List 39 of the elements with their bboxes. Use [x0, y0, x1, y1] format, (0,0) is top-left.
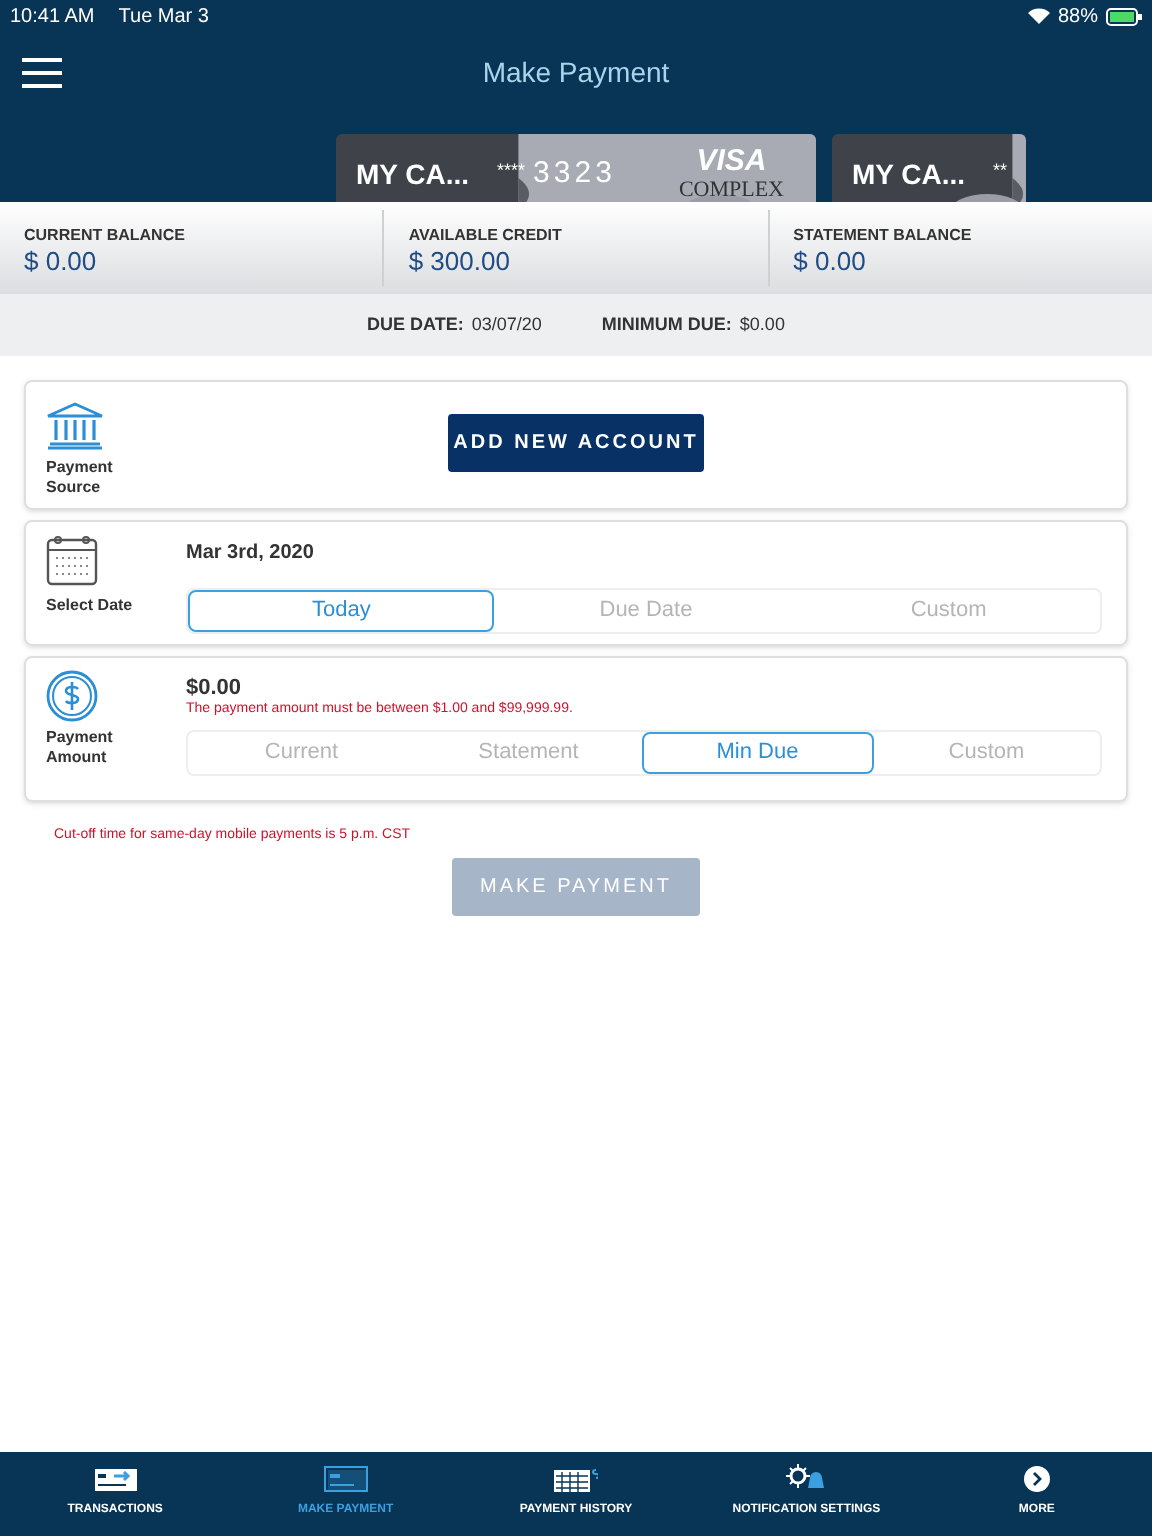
- due-label: DUE DATE:: [367, 311, 464, 338]
- segment-tab[interactable]: Min Due: [642, 732, 873, 774]
- card-name: MY CA...: [356, 156, 470, 194]
- balance-value: $ 300.00: [408, 246, 512, 278]
- calendar-dollar-icon: [554, 1468, 598, 1492]
- status-date: Tue Mar 3: [118, 3, 209, 31]
- credit-card[interactable]: MY CA... **: [832, 134, 1026, 202]
- add-account-button[interactable]: ADD NEW ACCOUNT: [448, 414, 704, 472]
- card-tier-text: COMPLEX: [678, 180, 784, 202]
- bank-icon: [46, 401, 104, 449]
- card-mask: **: [993, 158, 1008, 184]
- due-value: 03/07/20: [471, 311, 542, 338]
- page-title: Make Payment: [482, 53, 670, 92]
- battery-icon: [1106, 7, 1142, 25]
- chevron-circle-icon: [1023, 1466, 1050, 1492]
- section-label: Select Date: [46, 594, 135, 618]
- balance-value: $ 0.00: [24, 246, 99, 278]
- card-icon: [323, 1466, 368, 1492]
- payment-amount: $0.00: [186, 676, 244, 700]
- gear-bell-icon: [786, 1464, 827, 1492]
- section-label: Payment Source: [46, 457, 115, 497]
- section-label: Payment Amount: [46, 728, 115, 768]
- menu-icon[interactable]: [22, 58, 62, 88]
- wifi-icon: [1027, 8, 1050, 24]
- balance-label: CURRENT BALANCE: [24, 226, 187, 246]
- card-brand: VISA: [696, 144, 767, 180]
- battery-percent: 88%: [1057, 3, 1098, 31]
- calendar-icon: [46, 534, 98, 586]
- selected-date: Mar 3rd, 2020: [186, 540, 316, 568]
- segment-tab[interactable]: Today: [188, 590, 495, 632]
- balance-label: STATEMENT BALANCE: [793, 226, 974, 246]
- status-time: 10:41 AM: [10, 3, 95, 31]
- card-name: MY CA...: [852, 156, 966, 194]
- balance-label: AVAILABLE CREDIT: [408, 226, 564, 246]
- due-value: $0.00: [739, 311, 785, 338]
- dollar-circle-icon: [46, 670, 98, 722]
- due-label: MINIMUM DUE:: [601, 311, 732, 338]
- card-number: 3323: [533, 154, 616, 194]
- balance-value: $ 0.00: [793, 246, 868, 278]
